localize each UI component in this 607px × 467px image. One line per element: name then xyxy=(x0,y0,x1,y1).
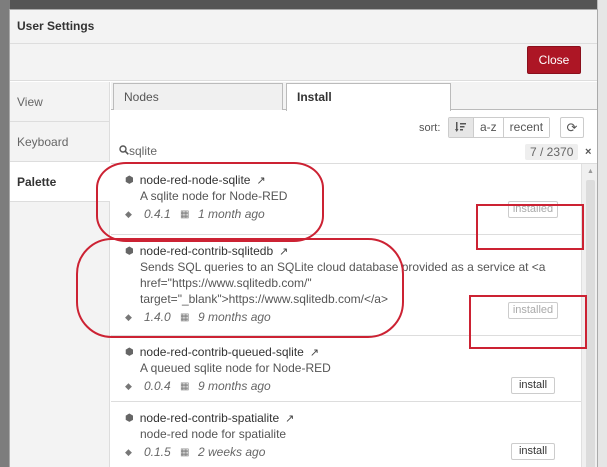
sort-relevance-button[interactable] xyxy=(449,118,474,137)
sort-relevance-icon xyxy=(455,122,466,132)
scrollbar-thumb[interactable] xyxy=(586,180,595,467)
package-updated: 2 weeks ago xyxy=(198,445,266,459)
dialog-toolbar: Close xyxy=(10,44,597,81)
close-button[interactable]: Close xyxy=(527,46,581,74)
sidebar-item-keyboard[interactable]: Keyboard xyxy=(10,122,109,162)
sidebar-item-palette[interactable]: Palette xyxy=(10,162,110,202)
external-link-icon[interactable]: ↗ xyxy=(285,412,294,425)
sort-bar: sort: a-z recent ⟳ xyxy=(111,110,597,142)
sidebar-item-view[interactable]: View xyxy=(10,82,109,122)
search-input[interactable] xyxy=(129,144,429,158)
package-version: 0.1.5 xyxy=(144,445,171,459)
package-description: node-red node for spatialite xyxy=(140,427,287,441)
sort-label: sort: xyxy=(419,122,441,134)
palette-tabs: Nodes Install xyxy=(111,82,597,111)
search-icon xyxy=(119,145,129,158)
annotation-ellipse xyxy=(76,238,404,338)
tag-icon: ◆ xyxy=(125,380,132,391)
calendar-icon: ▦ xyxy=(180,380,190,392)
package-updated: 9 months ago xyxy=(198,379,271,393)
refresh-button[interactable]: ⟳ xyxy=(560,117,584,138)
result-count-badge: 7 / 2370 xyxy=(525,144,579,160)
scroll-up-icon[interactable]: ▲ xyxy=(587,168,594,175)
refresh-icon: ⟳ xyxy=(566,120,578,135)
search-row: 7 / 2370 × xyxy=(111,142,597,164)
annotation-ellipse xyxy=(96,162,324,242)
app-background-right xyxy=(597,0,607,467)
install-button[interactable]: install xyxy=(511,377,555,394)
install-button[interactable]: install xyxy=(511,443,555,460)
tag-icon: ◆ xyxy=(125,446,132,457)
sort-button-group: a-z recent xyxy=(448,117,551,138)
package-version: 0.0.4 xyxy=(144,379,171,393)
package-icon: ⬢ xyxy=(125,346,134,358)
list-item: ⬢ node-red-contrib-spatialite ↗ node-red… xyxy=(111,402,581,467)
clear-search-icon[interactable]: × xyxy=(585,146,591,158)
annotation-rectangle xyxy=(469,295,587,349)
package-name: node-red-contrib-spatialite xyxy=(139,411,280,425)
calendar-icon: ▦ xyxy=(180,446,190,458)
dialog-titlebar: User Settings xyxy=(10,10,597,44)
package-description: A queued sqlite node for Node-RED xyxy=(140,361,331,375)
tab-nodes[interactable]: Nodes xyxy=(113,83,283,110)
package-icon: ⬢ xyxy=(125,412,134,424)
package-name: node-red-contrib-queued-sqlite xyxy=(139,345,304,359)
sort-recent-button[interactable]: recent xyxy=(503,118,550,137)
dialog-title: User Settings xyxy=(17,19,95,33)
sort-az-button[interactable]: a-z xyxy=(474,118,504,137)
tab-install[interactable]: Install xyxy=(286,83,451,111)
annotation-rectangle xyxy=(476,204,584,250)
external-link-icon[interactable]: ↗ xyxy=(310,346,319,359)
